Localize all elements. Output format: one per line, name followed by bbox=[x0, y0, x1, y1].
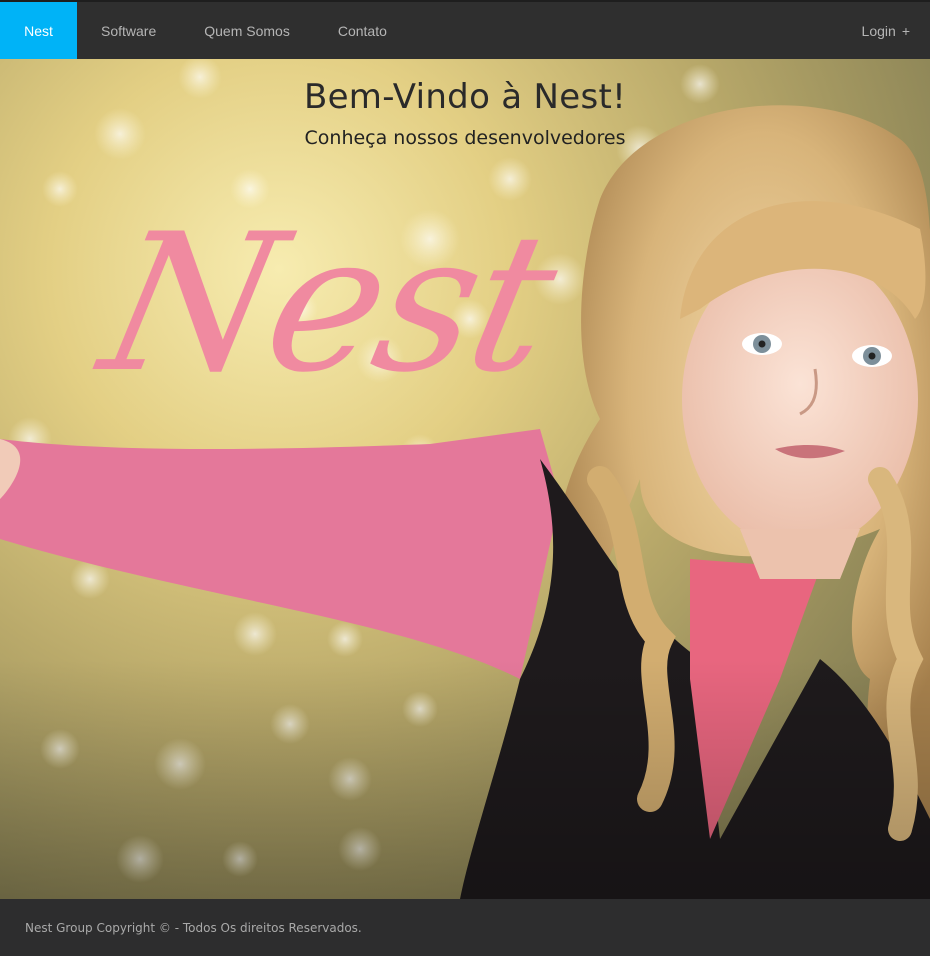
nav-item-contato[interactable]: Contato bbox=[314, 2, 411, 59]
nav-item-quem-somos[interactable]: Quem Somos bbox=[180, 2, 314, 59]
hero-photo bbox=[0, 59, 930, 899]
top-navbar: Nest Software Quem Somos Contato Login + bbox=[0, 0, 930, 59]
footer-copyright: Nest Group Copyright © - Todos Os direit… bbox=[25, 920, 362, 935]
hero-banner: Bem-Vindo à Nest! Conheça nossos desenvo… bbox=[0, 59, 930, 899]
nav-brand-nest[interactable]: Nest bbox=[0, 2, 77, 59]
login-label: Login bbox=[861, 22, 896, 39]
pink-sleeve bbox=[0, 429, 560, 679]
hero-title: Bem-Vindo à Nest! bbox=[303, 77, 627, 117]
footer: Nest Group Copyright © - Todos Os direit… bbox=[0, 899, 930, 956]
plus-icon: + bbox=[901, 22, 910, 39]
login-button[interactable]: Login + bbox=[852, 2, 930, 59]
nest-script-logo: Nest bbox=[86, 193, 571, 414]
nav-item-software[interactable]: Software bbox=[77, 2, 180, 59]
hero-subtitle: Conheça nossos desenvolvedores bbox=[304, 127, 626, 149]
